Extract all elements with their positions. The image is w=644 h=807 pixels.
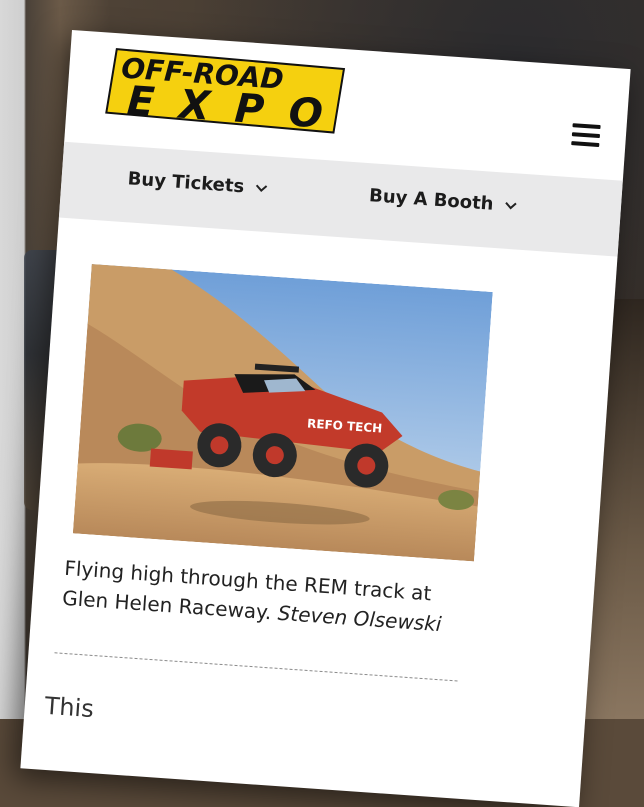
- nav-buy-a-booth-label: Buy A Booth: [368, 185, 495, 215]
- chevron-down-icon: [504, 201, 517, 209]
- hamburger-line: [572, 123, 601, 130]
- off-road-expo-logo[interactable]: OFF-ROAD EXPO: [102, 42, 351, 139]
- photo-caption: Flying high through the REM track at Gle…: [61, 553, 464, 641]
- section-divider: [54, 652, 458, 682]
- trophy-truck-jump-image: REFO TECH: [72, 263, 493, 562]
- hamburger-line: [571, 132, 601, 139]
- hamburger-icon[interactable]: [571, 123, 601, 149]
- phone-screen: OFF-ROAD EXPO Buy Tickets Buy A Booth RE…: [20, 30, 631, 807]
- nav-buy-a-booth[interactable]: Buy A Booth: [368, 185, 518, 216]
- article-photo[interactable]: REFO TECH: [72, 263, 493, 562]
- article-body-text: This: [43, 691, 95, 724]
- nav-buy-tickets-label: Buy Tickets: [127, 168, 245, 198]
- chevron-down-icon: [255, 184, 267, 192]
- nav-buy-tickets[interactable]: Buy Tickets: [127, 168, 269, 199]
- photo-credit: Steven Olsewski: [276, 600, 443, 637]
- hamburger-line: [571, 141, 600, 148]
